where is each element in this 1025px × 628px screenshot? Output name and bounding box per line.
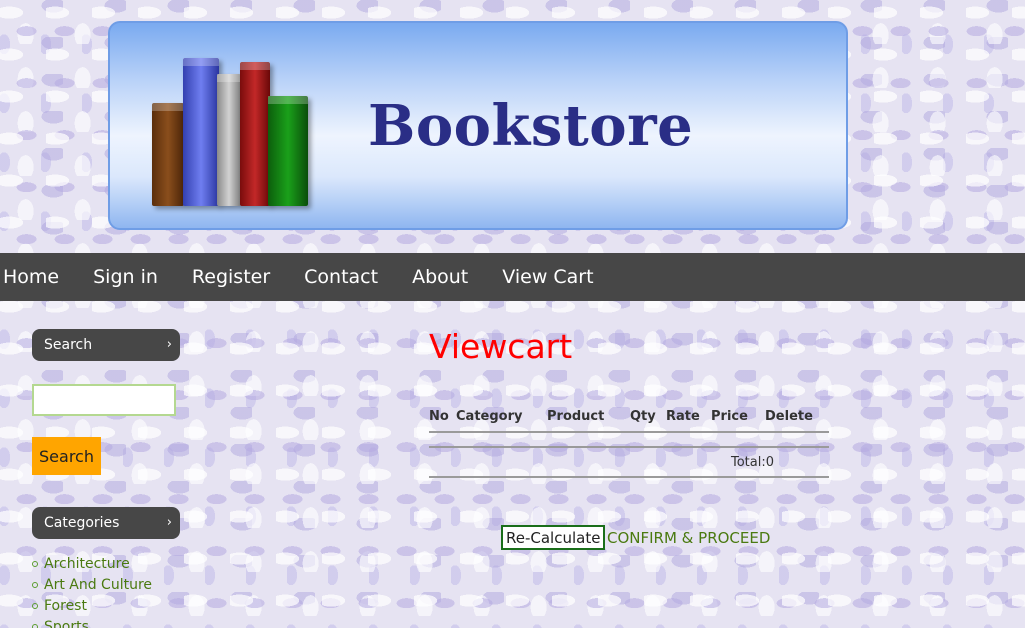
search-heading: Search › bbox=[32, 329, 180, 361]
confirm-proceed-link[interactable]: CONFIRM & PROCEED bbox=[607, 529, 770, 547]
chevron-right-icon: › bbox=[166, 337, 172, 352]
column-header-price: Price bbox=[711, 408, 748, 424]
nav-contact[interactable]: Contact bbox=[304, 266, 378, 288]
cart-header-row: No Category Product Qty Rate Price Delet… bbox=[429, 406, 829, 426]
nav-register[interactable]: Register bbox=[192, 266, 270, 288]
book-spine-gray bbox=[217, 74, 241, 206]
circle-bullet-icon bbox=[32, 623, 38, 628]
column-header-category: Category bbox=[456, 408, 523, 424]
category-list: Architecture Art And Culture Forest Spor… bbox=[32, 553, 152, 628]
nav-view-cart[interactable]: View Cart bbox=[502, 266, 593, 288]
column-header-no: No bbox=[429, 408, 449, 424]
nav-home[interactable]: Home bbox=[3, 266, 59, 288]
book-spine-brown bbox=[152, 103, 184, 206]
circle-bullet-icon bbox=[32, 602, 38, 609]
column-header-product: Product bbox=[547, 408, 605, 424]
category-link-forest[interactable]: Forest bbox=[44, 598, 87, 614]
column-header-qty: Qty bbox=[630, 408, 656, 424]
category-link-architecture[interactable]: Architecture bbox=[44, 556, 130, 572]
circle-bullet-icon bbox=[32, 581, 38, 588]
search-input[interactable] bbox=[32, 384, 176, 416]
header-banner: Bookstore bbox=[108, 21, 848, 230]
book-spine-green bbox=[268, 96, 308, 206]
book-spine-blue bbox=[183, 58, 219, 206]
site-title: Bookstore bbox=[368, 93, 694, 159]
category-item: Art And Culture bbox=[32, 574, 152, 595]
table-divider bbox=[429, 446, 829, 448]
table-divider bbox=[429, 476, 829, 478]
category-item: Forest bbox=[32, 595, 152, 616]
category-link-sports[interactable]: Sports bbox=[44, 619, 89, 628]
page-title: Viewcart bbox=[429, 327, 573, 366]
category-item: Sports bbox=[32, 616, 152, 628]
search-button[interactable]: Search bbox=[32, 437, 101, 475]
categories-heading-label: Categories bbox=[44, 515, 120, 531]
category-item: Architecture bbox=[32, 553, 152, 574]
cart-table: No Category Product Qty Rate Price Delet… bbox=[429, 406, 829, 426]
table-divider bbox=[429, 431, 829, 433]
categories-heading: Categories › bbox=[32, 507, 180, 539]
category-link-art-and-culture[interactable]: Art And Culture bbox=[44, 577, 152, 593]
recalculate-button[interactable]: Re-Calculate bbox=[501, 525, 606, 550]
books-logo bbox=[146, 51, 326, 206]
circle-bullet-icon bbox=[32, 560, 38, 567]
cart-total: Total:0 bbox=[731, 455, 775, 470]
main-nav: Home Sign in Register Contact About View… bbox=[0, 253, 1025, 301]
search-heading-label: Search bbox=[44, 337, 93, 353]
book-spine-red bbox=[240, 62, 270, 206]
column-header-delete: Delete bbox=[765, 408, 813, 424]
nav-about[interactable]: About bbox=[412, 266, 468, 288]
nav-sign-in[interactable]: Sign in bbox=[93, 266, 158, 288]
column-header-rate: Rate bbox=[666, 408, 700, 424]
chevron-right-icon: › bbox=[166, 515, 172, 530]
